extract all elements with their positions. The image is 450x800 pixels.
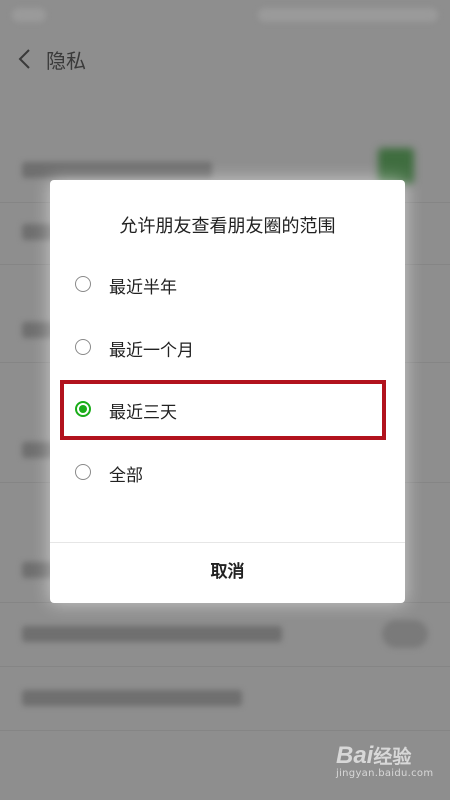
- option-label: 最近三天: [109, 403, 177, 423]
- option-three-days[interactable]: 最近三天: [50, 380, 405, 440]
- radio-unchecked-icon[interactable]: [75, 276, 91, 292]
- status-right-icons: [258, 8, 438, 22]
- toggle-switch-blurred: [382, 620, 428, 648]
- dialog-title: 允许朋友查看朋友圈的范围: [119, 216, 336, 237]
- radio-checked-icon[interactable]: [75, 401, 91, 417]
- settings-row: [0, 668, 450, 731]
- status-bar: [0, 0, 450, 30]
- toggle-switch-blurred: [378, 148, 414, 184]
- option-label: 最近一个月: [109, 341, 194, 361]
- option-label: 全部: [109, 466, 143, 486]
- back-arrow-icon[interactable]: [14, 47, 38, 71]
- cancel-button[interactable]: 取消: [50, 543, 405, 601]
- option-all[interactable]: 全部: [50, 448, 405, 498]
- moments-range-dialog: 允许朋友查看朋友圈的范围 最近半年 最近一个月 最近三天 全部 取消: [50, 180, 405, 603]
- option-half-year[interactable]: 最近半年: [50, 260, 405, 310]
- option-one-month[interactable]: 最近一个月: [50, 323, 405, 373]
- watermark-logo: Bai经验: [336, 742, 412, 769]
- watermark-url: jingyan.baidu.com: [336, 768, 434, 779]
- radio-unchecked-icon[interactable]: [75, 464, 91, 480]
- option-label: 最近半年: [109, 278, 177, 298]
- watermark: Bai经验 jingyan.baidu.com: [336, 742, 433, 779]
- radio-unchecked-icon[interactable]: [75, 339, 91, 355]
- nav-bar: 隐私: [0, 30, 450, 88]
- page-title: 隐私: [46, 49, 86, 73]
- status-left-icons: [12, 8, 46, 22]
